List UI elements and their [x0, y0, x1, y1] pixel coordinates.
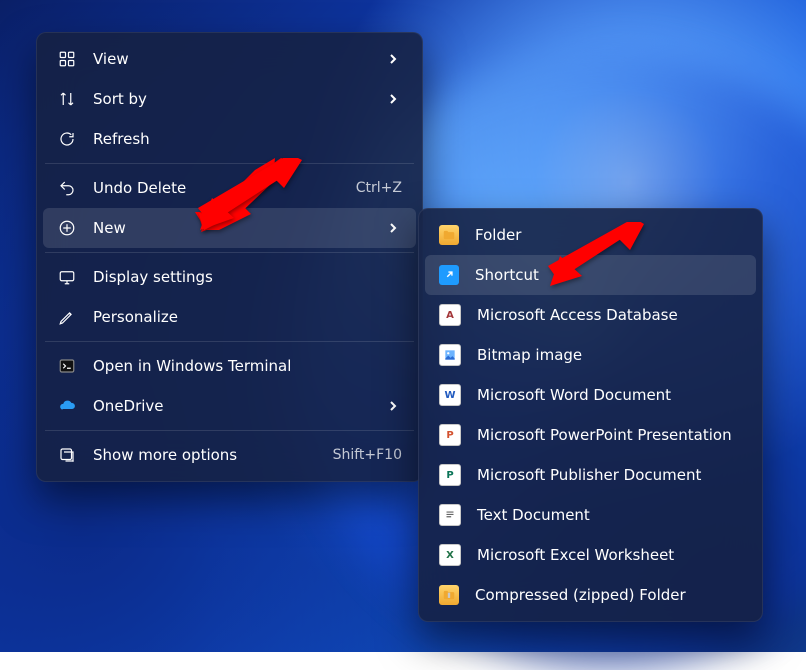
menu-item-label: Sort by: [93, 90, 368, 108]
desktop-context-menu: View Sort by Refresh Undo Delete Ctrl+Z …: [36, 32, 423, 482]
onedrive-icon: [57, 396, 77, 416]
text-icon: [439, 504, 461, 526]
submenu-item-label: Compressed (zipped) Folder: [475, 586, 742, 604]
menu-item-label: Open in Windows Terminal: [93, 357, 402, 375]
submenu-item-text-document[interactable]: Text Document: [425, 495, 756, 535]
submenu-item-label: Microsoft Publisher Document: [477, 466, 742, 484]
menu-item-label: Show more options: [93, 446, 317, 464]
chevron-right-icon: [384, 222, 402, 234]
submenu-item-label: Microsoft Word Document: [477, 386, 742, 404]
submenu-item-folder[interactable]: Folder: [425, 215, 756, 255]
personalize-icon: [57, 307, 77, 327]
menu-item-onedrive[interactable]: OneDrive: [43, 386, 416, 426]
terminal-icon: [57, 356, 77, 376]
excel-icon: X: [439, 544, 461, 566]
menu-item-open-in-windows-terminal[interactable]: Open in Windows Terminal: [43, 346, 416, 386]
submenu-item-label: Microsoft PowerPoint Presentation: [477, 426, 742, 444]
submenu-item-label: Microsoft Access Database: [477, 306, 742, 324]
publisher-icon: P: [439, 464, 461, 486]
menu-item-label: Refresh: [93, 130, 402, 148]
submenu-item-label: Bitmap image: [477, 346, 742, 364]
submenu-item-excel-worksheet[interactable]: X Microsoft Excel Worksheet: [425, 535, 756, 575]
undo-icon: [57, 178, 77, 198]
grid-icon: [57, 49, 77, 69]
submenu-item-label: Folder: [475, 226, 742, 244]
menu-item-view[interactable]: View: [43, 39, 416, 79]
submenu-item-powerpoint-presentation[interactable]: P Microsoft PowerPoint Presentation: [425, 415, 756, 455]
menu-item-label: Undo Delete: [93, 179, 340, 197]
shortcut-icon: [439, 265, 459, 285]
menu-item-shortcut: Ctrl+Z: [356, 180, 402, 196]
menu-separator: [45, 430, 414, 431]
new-icon: [57, 218, 77, 238]
chevron-right-icon: [384, 53, 402, 65]
chevron-right-icon: [384, 93, 402, 105]
menu-item-new[interactable]: New: [43, 208, 416, 248]
menu-item-personalize[interactable]: Personalize: [43, 297, 416, 337]
display-icon: [57, 267, 77, 287]
submenu-item-bitmap-image[interactable]: Bitmap image: [425, 335, 756, 375]
menu-item-refresh[interactable]: Refresh: [43, 119, 416, 159]
submenu-item-shortcut[interactable]: Shortcut: [425, 255, 756, 295]
menu-item-label: New: [93, 219, 368, 237]
menu-item-label: OneDrive: [93, 397, 368, 415]
submenu-item-label: Shortcut: [475, 266, 742, 284]
sort-icon: [57, 89, 77, 109]
menu-item-show-more-options[interactable]: Show more options Shift+F10: [43, 435, 416, 475]
refresh-icon: [57, 129, 77, 149]
folder-icon: [439, 225, 459, 245]
menu-item-undo-delete[interactable]: Undo Delete Ctrl+Z: [43, 168, 416, 208]
powerpoint-icon: P: [439, 424, 461, 446]
menu-item-display-settings[interactable]: Display settings: [43, 257, 416, 297]
menu-separator: [45, 252, 414, 253]
zip-icon: [439, 585, 459, 605]
submenu-item-word-document[interactable]: W Microsoft Word Document: [425, 375, 756, 415]
new-submenu: Folder Shortcut A Microsoft Access Datab…: [418, 208, 763, 622]
submenu-item-publisher-document[interactable]: P Microsoft Publisher Document: [425, 455, 756, 495]
chevron-right-icon: [384, 400, 402, 412]
menu-separator: [45, 341, 414, 342]
menu-item-label: Display settings: [93, 268, 402, 286]
menu-item-label: Personalize: [93, 308, 402, 326]
menu-separator: [45, 163, 414, 164]
word-icon: W: [439, 384, 461, 406]
bitmap-icon: [439, 344, 461, 366]
access-icon: A: [439, 304, 461, 326]
submenu-item-label: Microsoft Excel Worksheet: [477, 546, 742, 564]
menu-item-label: View: [93, 50, 368, 68]
more-icon: [57, 445, 77, 465]
submenu-item-access-database[interactable]: A Microsoft Access Database: [425, 295, 756, 335]
menu-item-shortcut: Shift+F10: [333, 447, 402, 463]
submenu-item-compressed-folder[interactable]: Compressed (zipped) Folder: [425, 575, 756, 615]
submenu-item-label: Text Document: [477, 506, 742, 524]
menu-item-sort-by[interactable]: Sort by: [43, 79, 416, 119]
